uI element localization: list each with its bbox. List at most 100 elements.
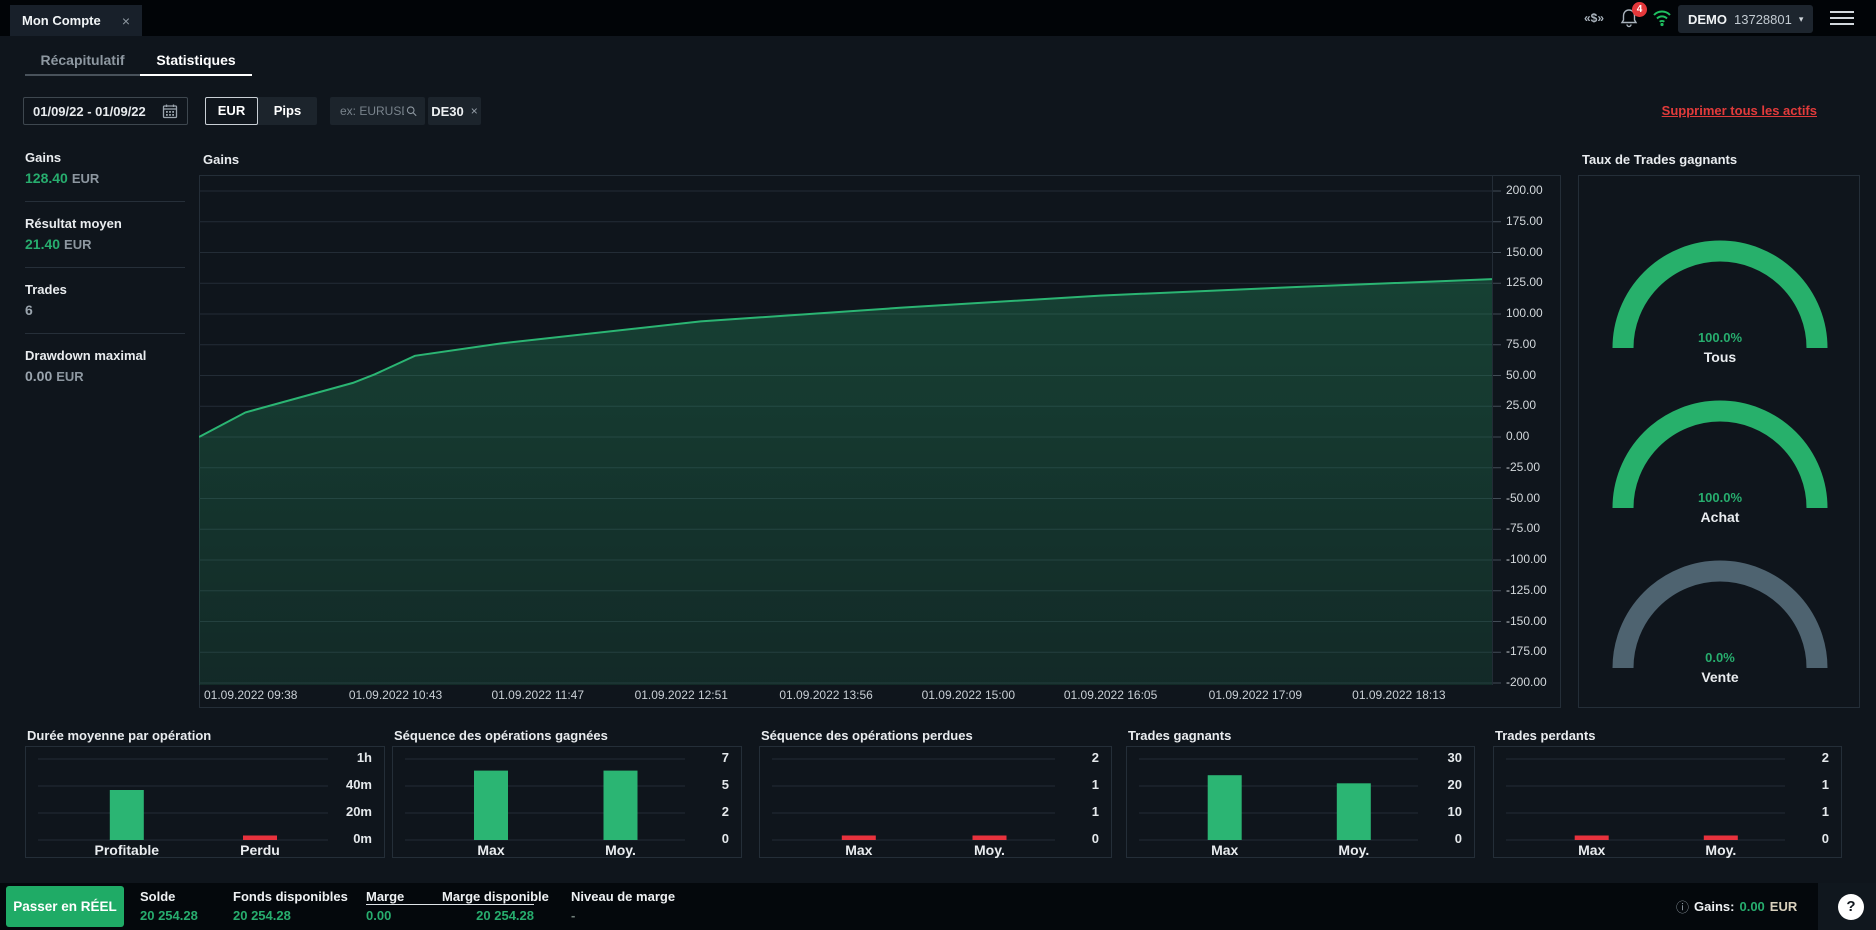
balance-stat-value: - — [571, 908, 576, 923]
notification-badge: 4 — [1632, 2, 1647, 17]
y-tick-label: 0.00 — [1506, 429, 1530, 443]
mini-chart-title: Séquence des opérations perdues — [761, 728, 973, 743]
help-button[interactable]: ? — [1838, 894, 1864, 920]
gauge-value: 100.0% — [1697, 330, 1743, 345]
account-selector[interactable]: DEMO 13728801 ▾ — [1678, 5, 1814, 33]
y-tick-label: -150.00 — [1506, 613, 1547, 628]
clear-all-assets-link[interactable]: Supprimer tous les actifs — [1662, 103, 1817, 118]
y-tick-label: 200.00 — [1506, 183, 1543, 197]
balance-stat-label: Fonds disponibles — [233, 889, 348, 904]
y-tick-label: -75.00 — [1506, 521, 1541, 536]
mini-chart-avg_duration: Durée moyenne par opération 1h 40m 20m 0m Pro… — [25, 728, 385, 858]
x-tick-label: 01.09.2022 12:51 — [634, 688, 728, 702]
y-tick-label: -125.00 — [1506, 582, 1547, 597]
unit-toggle-group: EUR Pips — [205, 97, 317, 125]
mini-tick-label: 20 — [1447, 777, 1462, 792]
gains-label: Gains: — [1694, 899, 1735, 914]
y-tick-label: 25.00 — [1506, 398, 1537, 413]
mini-category-label: Profitable — [94, 842, 160, 858]
account-window-tab[interactable]: Mon Compte × — [10, 5, 142, 36]
balance-stat-value: 20 254.28 — [233, 908, 291, 923]
gauge-achat: 100.0% Achat — [1579, 398, 1861, 538]
mini-tick-label: 1 — [1821, 777, 1829, 792]
tab-statistiques[interactable]: Statistiques — [140, 36, 252, 76]
switch-to-real-button[interactable]: Passer en RÉEL — [6, 886, 124, 927]
gauge-vente: 0.0% Vente — [1579, 558, 1861, 698]
y-tick-label: -200.00 — [1506, 675, 1547, 689]
search-icon — [406, 106, 417, 117]
summary-amount: 6 — [25, 302, 33, 318]
y-tick-label: 175.00 — [1506, 213, 1543, 228]
summary-item: Gains 128.40 EUR — [25, 150, 185, 202]
gauge-label: Vente — [1701, 669, 1739, 685]
mini-charts-row: Durée moyenne par opération 1h 40m 20m 0m Pro… — [0, 728, 1876, 858]
mini-chart-winning_trades: Trades gagnants 30 20 10 0 Max Moy. — [1126, 728, 1475, 858]
close-icon[interactable]: × — [122, 13, 130, 29]
mini-tick-label: 2 — [1091, 750, 1099, 765]
currency-toggle-button[interactable]: EUR — [205, 97, 258, 125]
balance-stat-4: Niveau de marge - — [571, 883, 681, 930]
chip-close-icon[interactable]: × — [471, 104, 478, 118]
win-rate-section: Taux de Trades gagnants 100.0% Tous 100.0%… — [1578, 152, 1860, 708]
mini-chart-frame: 2 1 1 0 Max Moy. — [759, 746, 1112, 858]
summary-amount: 0.00 — [25, 368, 53, 384]
symbol-search-input[interactable] — [338, 103, 406, 119]
summary-panel: Gains 128.40 EUR Résultat moyen 21.40 EUR Trad… — [25, 150, 185, 413]
balance-stat-2: Marge 0.00 — [366, 883, 436, 930]
x-tick-label: 01.09.2022 17:09 — [1208, 688, 1303, 702]
mini-chart-lose_streak: Séquence des opérations perdues 2 1 1 0 Max Mo… — [759, 728, 1112, 858]
x-tick-label: 01.09.2022 15:00 — [921, 688, 1016, 702]
summary-unit: EUR — [71, 171, 100, 186]
y-tick-label: 125.00 — [1506, 275, 1543, 290]
session-gains: ⓘ Gains: 0.00 EUR — [1676, 897, 1797, 916]
summary-amount: 21.40 — [25, 236, 61, 252]
mini-chart-title: Séquence des opérations gagnées — [394, 728, 608, 743]
mini-tick-label: 7 — [721, 750, 729, 765]
mini-category-label: Max — [1211, 842, 1239, 858]
mini-category-label: Moy. — [605, 842, 636, 858]
help-section: ? — [1818, 883, 1876, 930]
win-rate-frame: 100.0% Tous 100.0% Achat 0.0% Vente — [1578, 175, 1860, 708]
symbol-search[interactable] — [330, 97, 425, 125]
mini-tick-label: 1 — [1091, 777, 1099, 792]
y-tick-label: 100.00 — [1506, 306, 1543, 320]
gains-area-chart — [199, 175, 1501, 685]
mini-category-label: Max — [477, 842, 505, 858]
gains-chart-title: Gains — [203, 152, 240, 167]
asset-filter-chip[interactable]: DE30 × — [428, 97, 481, 125]
mini-tick-label: 10 — [1447, 804, 1462, 819]
date-range-picker[interactable]: 01/09/22 - 01/09/22 — [23, 97, 188, 125]
menu-icon[interactable] — [1830, 11, 1854, 25]
mini-tick-label: 0 — [1454, 831, 1462, 846]
x-tick-label: 01.09.2022 11:47 — [491, 688, 585, 702]
summary-label: Trades — [25, 282, 67, 297]
gains-unit: EUR — [1769, 899, 1798, 914]
summary-label: Gains — [25, 150, 62, 165]
mini-tick-label: 40m — [345, 777, 372, 792]
calendar-icon — [162, 104, 178, 119]
summary-label: Résultat moyen — [25, 216, 122, 231]
summary-unit: EUR — [56, 369, 84, 384]
mini-tick-label: 30 — [1447, 750, 1462, 765]
mini-chart-frame: 1h 40m 20m 0m Profitable Perdu — [25, 746, 385, 858]
mini-category-label: Moy. — [1338, 842, 1370, 858]
tab-recapitulatif[interactable]: Récapitulatif — [25, 36, 140, 76]
account-number: 13728801 — [1734, 11, 1792, 27]
x-tick-label: 01.09.2022 10:43 — [348, 688, 443, 702]
y-tick-label: -175.00 — [1506, 644, 1547, 659]
mini-category-label: Perdu — [240, 842, 280, 858]
pips-toggle-button[interactable]: Pips — [258, 97, 317, 125]
balance-stat-label: Marge disponible — [442, 889, 549, 904]
summary-value: 6 — [25, 302, 185, 318]
mini-tick-label: 0 — [1821, 831, 1829, 846]
deposit-icon[interactable]: «$» — [1584, 0, 1604, 36]
y-tick-label: 50.00 — [1506, 367, 1537, 382]
win-rate-title: Taux de Trades gagnants — [1582, 152, 1738, 167]
balance-stat-label: Niveau de marge — [571, 889, 676, 904]
mini-chart-frame: 7 5 2 0 Max Moy. — [392, 746, 742, 858]
y-tick-label: 75.00 — [1506, 336, 1537, 351]
top-bar: Mon Compte × «$» 4 DEMO 13728801 ▾ — [0, 0, 1876, 36]
gauge-value: 0.0% — [1705, 650, 1735, 665]
balance-stat-value: 20 254.28 — [140, 908, 198, 923]
chevron-down-icon: ▾ — [1798, 13, 1804, 24]
